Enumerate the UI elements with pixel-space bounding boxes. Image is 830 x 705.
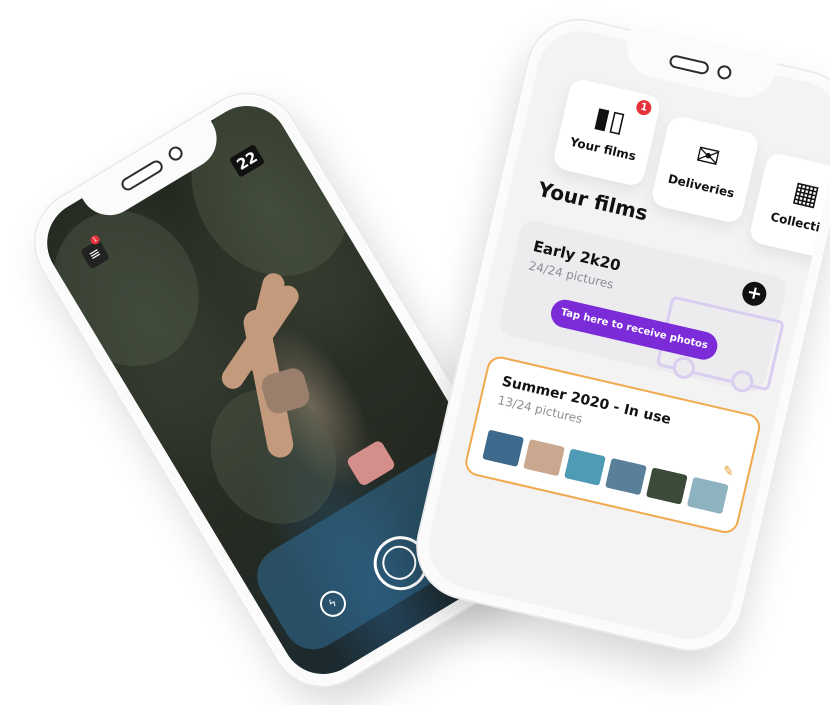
photo-thumbnail[interactable] bbox=[686, 476, 729, 515]
background-tree bbox=[31, 183, 228, 394]
films-screen: ▮▯ Your films 1 ✉ Deliveries ▦ Collectio… bbox=[419, 22, 830, 648]
photo-thumbnail[interactable] bbox=[564, 448, 606, 486]
photo-thumbnail[interactable] bbox=[645, 467, 688, 505]
film-strip-icon: ▦ bbox=[789, 174, 823, 213]
plus-icon: + bbox=[744, 281, 765, 306]
truck-wheel bbox=[670, 354, 698, 382]
shutter-icon bbox=[375, 539, 423, 587]
films-phone: ▮▯ Your films 1 ✉ Deliveries ▦ Collectio… bbox=[407, 10, 830, 660]
photo-thumbnail[interactable] bbox=[605, 457, 647, 496]
tab-label: Collectio bbox=[769, 209, 830, 237]
hamburger-icon: ≡ bbox=[85, 244, 105, 265]
tab-your-films[interactable]: ▮▯ Your films 1 bbox=[551, 77, 663, 188]
truck-wheel bbox=[729, 368, 756, 395]
photo-thumbnail[interactable] bbox=[523, 439, 565, 477]
photo-thumbnail[interactable] bbox=[482, 429, 525, 467]
add-film-button[interactable]: + bbox=[739, 279, 769, 309]
flash-icon: ϟ bbox=[326, 595, 340, 611]
tab-collections[interactable]: ▦ Collectio bbox=[748, 151, 830, 262]
pencil-icon[interactable]: ✎ bbox=[721, 463, 735, 480]
photo-thumbnails bbox=[482, 429, 729, 515]
tab-deliveries[interactable]: ✉ Deliveries bbox=[649, 114, 761, 225]
